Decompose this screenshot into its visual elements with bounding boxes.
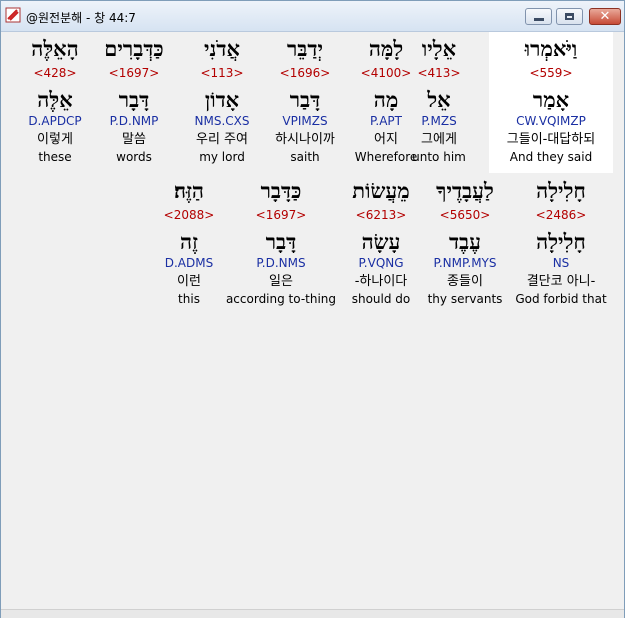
english-gloss: And they said [509,150,593,164]
window-bottom-edge [1,609,624,618]
title-bar[interactable]: @원전분해 - 창 44:7 ✕ [1,1,624,32]
window-title: @원전분해 - 창 44:7 [26,11,136,25]
close-button[interactable]: ✕ [589,8,621,25]
korean-gloss: 이렇게 [37,132,73,147]
minimize-icon [534,18,544,21]
strong-number: <2088> [163,208,215,222]
morphology-code: D.APDCP [28,114,82,128]
app-icon [5,7,21,23]
korean-gloss: 그들이-대답하되 [506,132,596,147]
morphology-code: D.ADMS [164,256,214,270]
interlinear-panel: וַיֹּאמְרוּ <559> אָמַר CW.VQIMZP 그들이-대답하되 An… [3,32,623,612]
hebrew-word[interactable]: הָאֵלֶּה [0,38,120,59]
hebrew-word[interactable]: וַיֹּאמְרוּ [486,38,616,59]
strong-number: <559> [529,66,573,80]
maximize-icon [565,13,574,20]
strong-number: <428> [33,66,77,80]
english-gloss: this [178,292,200,306]
minimize-button[interactable] [525,8,552,25]
hebrew-word[interactable]: הַזֶּה׃ [124,180,254,201]
hebrew-lemma: זֶה [180,229,198,254]
morphology-code: CW.VQIMZP [516,114,586,128]
close-icon: ✕ [599,9,611,24]
app-window: @원전분해 - 창 44:7 ✕ וַיֹּאמְרוּ <559> אָמַר CW… [0,0,625,618]
hebrew-lemma: אָמַר [532,87,570,112]
hebrew-lemma: אֵלֶּה [37,87,73,112]
korean-gloss: 이런 [177,274,201,289]
english-gloss: these [38,150,72,164]
maximize-button[interactable] [556,8,583,25]
